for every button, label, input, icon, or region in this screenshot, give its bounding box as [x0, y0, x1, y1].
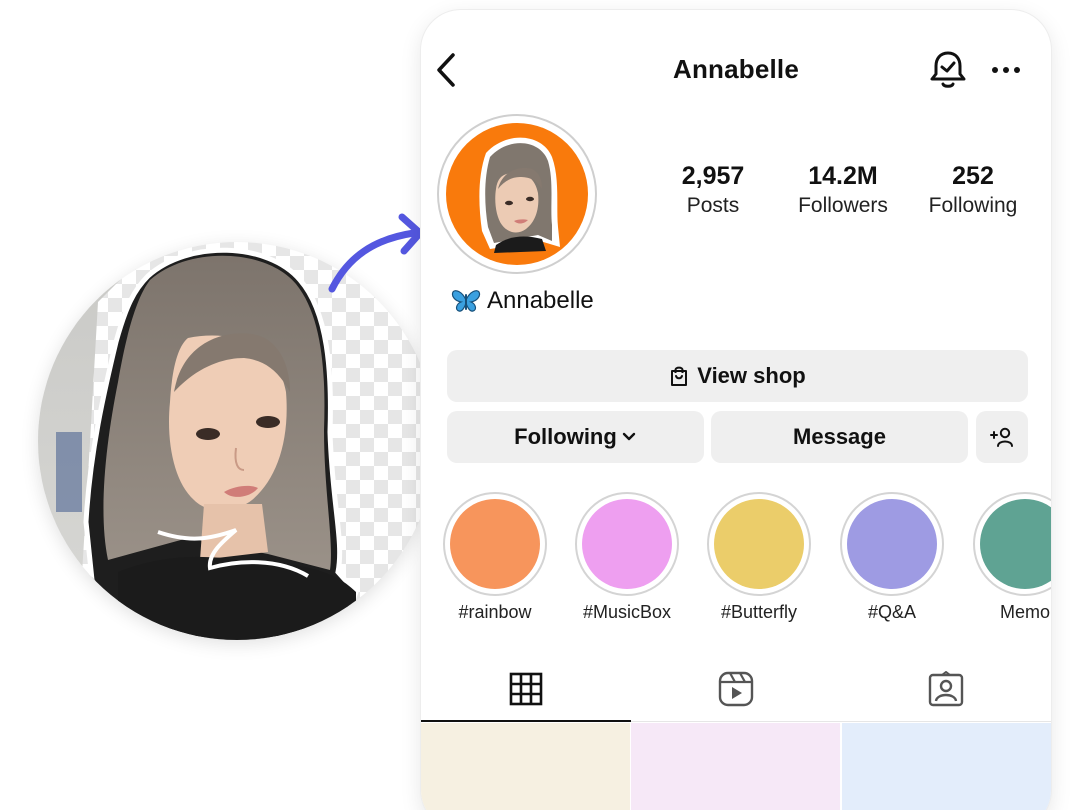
chevron-left-icon — [437, 53, 455, 87]
bell-check-icon — [930, 51, 966, 88]
chevron-down-icon — [622, 432, 636, 441]
stat-posts[interactable]: 2,957 Posts — [643, 160, 783, 220]
post-thumbnail[interactable] — [842, 723, 1051, 810]
avatar-cutout-image — [479, 137, 560, 253]
highlight-label: #rainbow — [458, 602, 532, 622]
highlight-label: #MusicBox — [582, 602, 672, 622]
shopping-bag-icon — [671, 366, 688, 386]
post-thumbnail[interactable] — [421, 723, 630, 810]
tab-tagged[interactable] — [841, 655, 1051, 723]
highlight-ring — [840, 492, 944, 596]
highlight-ring — [575, 492, 679, 596]
posts-grid — [421, 723, 1051, 810]
highlight-memo[interactable]: Memo — [959, 490, 1051, 630]
grid-icon — [509, 672, 543, 706]
tab-reels[interactable] — [631, 655, 841, 723]
profile-stats: 2,957 Posts 14.2M Followers 252 Followin… — [643, 160, 1043, 230]
profile-avatar-ring — [437, 114, 597, 274]
avatar[interactable] — [446, 123, 588, 265]
stat-label: Posts — [686, 194, 740, 217]
cutout-portrait-illustration — [38, 242, 436, 640]
reels-icon — [718, 671, 754, 707]
profile-tabs — [421, 655, 1051, 723]
tagged-icon — [928, 671, 964, 707]
more-dots-icon — [992, 67, 1020, 73]
highlight-cover — [980, 499, 1051, 589]
display-name-text: Annabelle — [487, 287, 594, 314]
highlight-ring — [707, 492, 811, 596]
profile-screen: Annabelle 2,957 Posts 14.2M Followers 25… — [421, 10, 1051, 810]
message-label: Message — [793, 424, 886, 449]
highlight-cover — [450, 499, 540, 589]
view-shop-label: View shop — [697, 363, 806, 388]
highlight-musicbox[interactable]: #MusicBox — [561, 490, 693, 630]
highlight-ring — [443, 492, 547, 596]
portrait-photo — [38, 242, 359, 640]
stat-label: Following — [928, 194, 1018, 217]
back-button[interactable] — [433, 52, 459, 88]
highlight-qa[interactable]: #Q&A — [826, 490, 958, 630]
notifications-button[interactable] — [929, 48, 967, 90]
profile-display-name: Annabelle — [451, 285, 594, 317]
stat-value: 2,957 — [681, 162, 745, 190]
stat-value: 14.2M — [808, 162, 878, 190]
highlight-label: Memo — [999, 602, 1050, 622]
following-label: Following — [514, 424, 617, 449]
highlight-ring — [973, 492, 1051, 596]
add-user-button[interactable] — [976, 411, 1028, 463]
highlight-rainbow[interactable]: #rainbow — [429, 490, 561, 630]
butterfly-icon — [451, 290, 481, 312]
highlight-butterfly[interactable]: #Butterfly — [693, 490, 825, 630]
more-options-button[interactable] — [989, 58, 1023, 82]
active-tab-indicator — [421, 720, 631, 722]
post-thumbnail[interactable] — [631, 723, 840, 810]
stat-following[interactable]: 252 Following — [903, 160, 1043, 220]
stat-followers[interactable]: 14.2M Followers — [773, 160, 913, 220]
view-shop-button[interactable]: View shop — [447, 350, 1028, 402]
highlight-cover — [847, 499, 937, 589]
top-bar: Annabelle — [421, 40, 1051, 100]
add-user-icon — [990, 427, 1013, 447]
story-highlights: #rainbow #MusicBox #Butterfly #Q&A Memo — [421, 490, 1051, 630]
highlight-label: #Q&A — [867, 602, 917, 622]
highlight-label: #Butterfly — [720, 602, 798, 622]
following-button[interactable]: Following — [447, 411, 704, 463]
arrow-icon — [328, 213, 424, 293]
message-button[interactable]: Message — [711, 411, 968, 463]
tab-posts-grid[interactable] — [421, 655, 631, 723]
stat-label: Followers — [798, 194, 888, 217]
highlight-cover — [582, 499, 672, 589]
highlight-cover — [714, 499, 804, 589]
stat-value: 252 — [952, 162, 994, 190]
